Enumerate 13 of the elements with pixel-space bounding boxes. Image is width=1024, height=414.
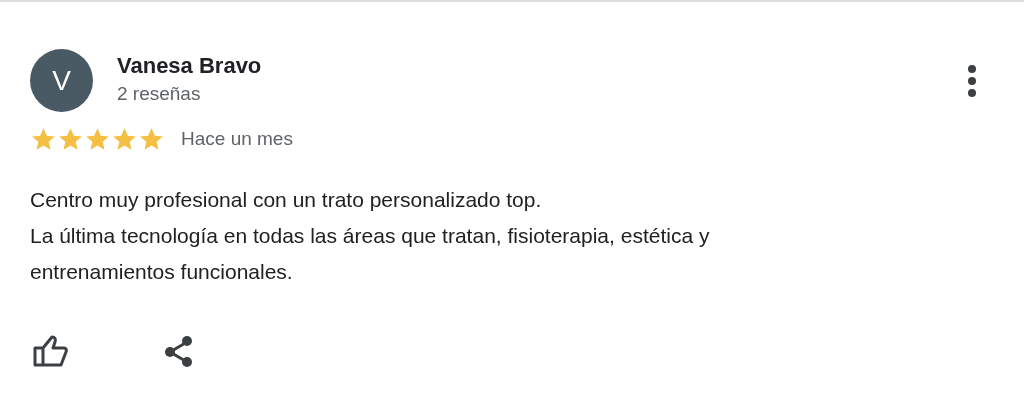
star-icon xyxy=(84,126,111,152)
star-icon xyxy=(30,126,57,152)
review-count: 2 reseñas xyxy=(117,82,202,105)
review-text: Centro muy profesional con un trato personalizado top. xyxy=(30,187,543,213)
star-icon xyxy=(111,126,138,152)
review-time: Hace un mes xyxy=(181,128,293,150)
review-text: La última tecnología en todas las áreas que tratan, fisioterapia, estética y entrenamientos funcionales. xyxy=(30,223,711,285)
thumbs-up-icon[interactable] xyxy=(32,334,69,368)
star-icon xyxy=(138,126,165,152)
avatar: V xyxy=(30,49,93,112)
star-icon xyxy=(57,126,84,152)
author-name: Vanesa Bravo xyxy=(117,52,262,79)
more-options-icon[interactable] xyxy=(966,64,978,98)
